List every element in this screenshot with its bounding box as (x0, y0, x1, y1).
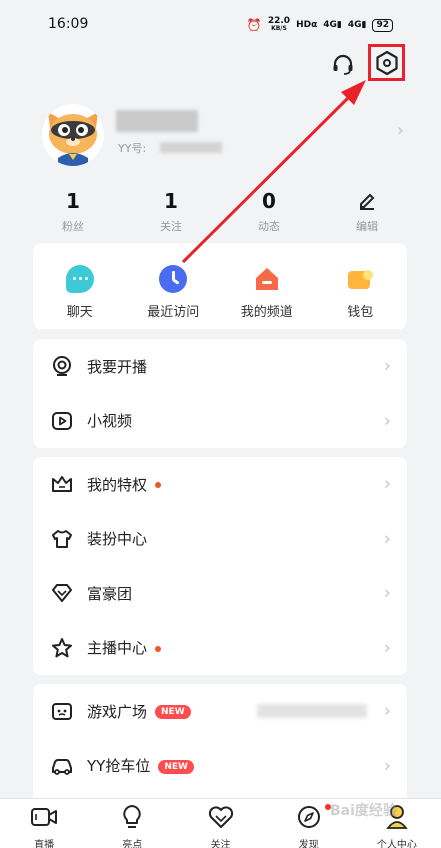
profile-header[interactable]: YY号: › (42, 104, 412, 168)
menu-item-short-video[interactable]: 小视频 › (33, 394, 407, 449)
chevron-right-icon: › (383, 637, 391, 659)
yy-id-label: YY号: (118, 142, 147, 155)
quick-channel[interactable]: 我的频道 (220, 243, 314, 329)
quick-actions-card: 聊天 最近访问 我的频道 钱包 (33, 243, 407, 329)
new-badge: NEW (155, 705, 191, 720)
nav-highlights[interactable]: 亮点 (88, 799, 176, 848)
watermark-text: Bai度经验 (330, 803, 397, 819)
menu-item-dressup[interactable]: 装扮中心 › (33, 512, 407, 567)
chevron-right-icon: › (383, 473, 391, 495)
tshirt-icon (52, 529, 72, 548)
chevron-right-icon: › (396, 120, 404, 141)
lightbulb-icon (123, 805, 141, 828)
quick-recent[interactable]: 最近访问 (127, 243, 221, 329)
chevron-right-icon: › (383, 582, 391, 604)
battery-icon: 92 (372, 18, 393, 32)
raccoon-avatar-icon (42, 104, 104, 166)
nav-live[interactable]: 直播 (0, 799, 88, 848)
menu-item-rich-group[interactable]: 富豪团 › (33, 566, 407, 621)
menu-item-game-plaza[interactable]: 游戏广场 NEW › (33, 684, 407, 739)
settings-highlight-box (368, 44, 405, 81)
heart-icon (208, 806, 233, 828)
chevron-right-icon: › (383, 355, 391, 377)
menu-group-1: 我要开播 › 小视频 › (33, 339, 407, 448)
car-icon (52, 758, 72, 775)
quick-wallet[interactable]: 钱包 (314, 243, 408, 329)
notification-dot (155, 645, 162, 652)
house-icon (253, 265, 281, 293)
status-time: 16:09 (48, 16, 89, 32)
new-badge: NEW (158, 759, 194, 774)
play-video-icon (52, 411, 72, 430)
alarm-icon: ⏰ (246, 18, 262, 32)
edit-icon (318, 190, 416, 212)
avatar[interactable] (42, 104, 104, 166)
menu-group-2: 我的特权 › 装扮中心 › 富豪团 › 主播中心 › (33, 457, 407, 675)
headset-icon[interactable] (330, 52, 356, 78)
stat-posts[interactable]: 0 动态 (220, 190, 318, 234)
menu-item-anchor-center[interactable]: 主播中心 › (33, 621, 407, 676)
menu-group-3: 游戏广场 NEW › YY抢车位 NEW › (33, 684, 407, 798)
video-camera-icon (31, 808, 58, 826)
blurred-content (257, 704, 367, 719)
nav-following[interactable]: 关注 (176, 799, 264, 848)
clock-icon (159, 265, 188, 293)
quick-chat[interactable]: 聊天 (33, 243, 127, 329)
compass-icon (297, 806, 320, 828)
stat-following[interactable]: 1 关注 (122, 190, 220, 234)
diamond-icon (52, 584, 72, 603)
crown-icon (52, 476, 72, 493)
signal-icon-2: 4G▮ (347, 20, 367, 30)
chat-bubble-icon (65, 265, 94, 293)
status-icons: ⏰ 22.0 KB/S HDα 4G▮ 4G▮ 92 (247, 17, 393, 33)
chevron-right-icon: › (383, 700, 391, 722)
edit-profile[interactable]: 编辑 (318, 190, 416, 234)
menu-item-privileges[interactable]: 我的特权 › (33, 457, 407, 512)
star-icon (52, 637, 72, 658)
menu-item-start-live[interactable]: 我要开播 › (33, 339, 407, 394)
chevron-right-icon: › (383, 755, 391, 777)
status-bar: 16:09 ⏰ 22.0 KB/S HDα 4G▮ 4G▮ 92 (0, 0, 441, 46)
stat-fans[interactable]: 1 粉丝 (24, 190, 122, 234)
chevron-right-icon: › (383, 410, 391, 432)
stats-row: 1 粉丝 1 关注 0 动态 编辑 (24, 190, 416, 234)
notification-dot (155, 482, 162, 489)
wallet-icon (346, 265, 374, 293)
net-speed: 22.0 KB/S (267, 16, 291, 33)
chevron-right-icon: › (383, 528, 391, 550)
webcam-icon (53, 356, 71, 377)
yy-id-blurred (160, 142, 222, 153)
gamepad-icon (52, 703, 72, 721)
signal-icon: 4G▮ (323, 20, 342, 30)
hd-indicator: HDα (296, 20, 318, 30)
menu-item-parking[interactable]: YY抢车位 NEW › (33, 739, 407, 794)
username-blurred (116, 110, 198, 132)
